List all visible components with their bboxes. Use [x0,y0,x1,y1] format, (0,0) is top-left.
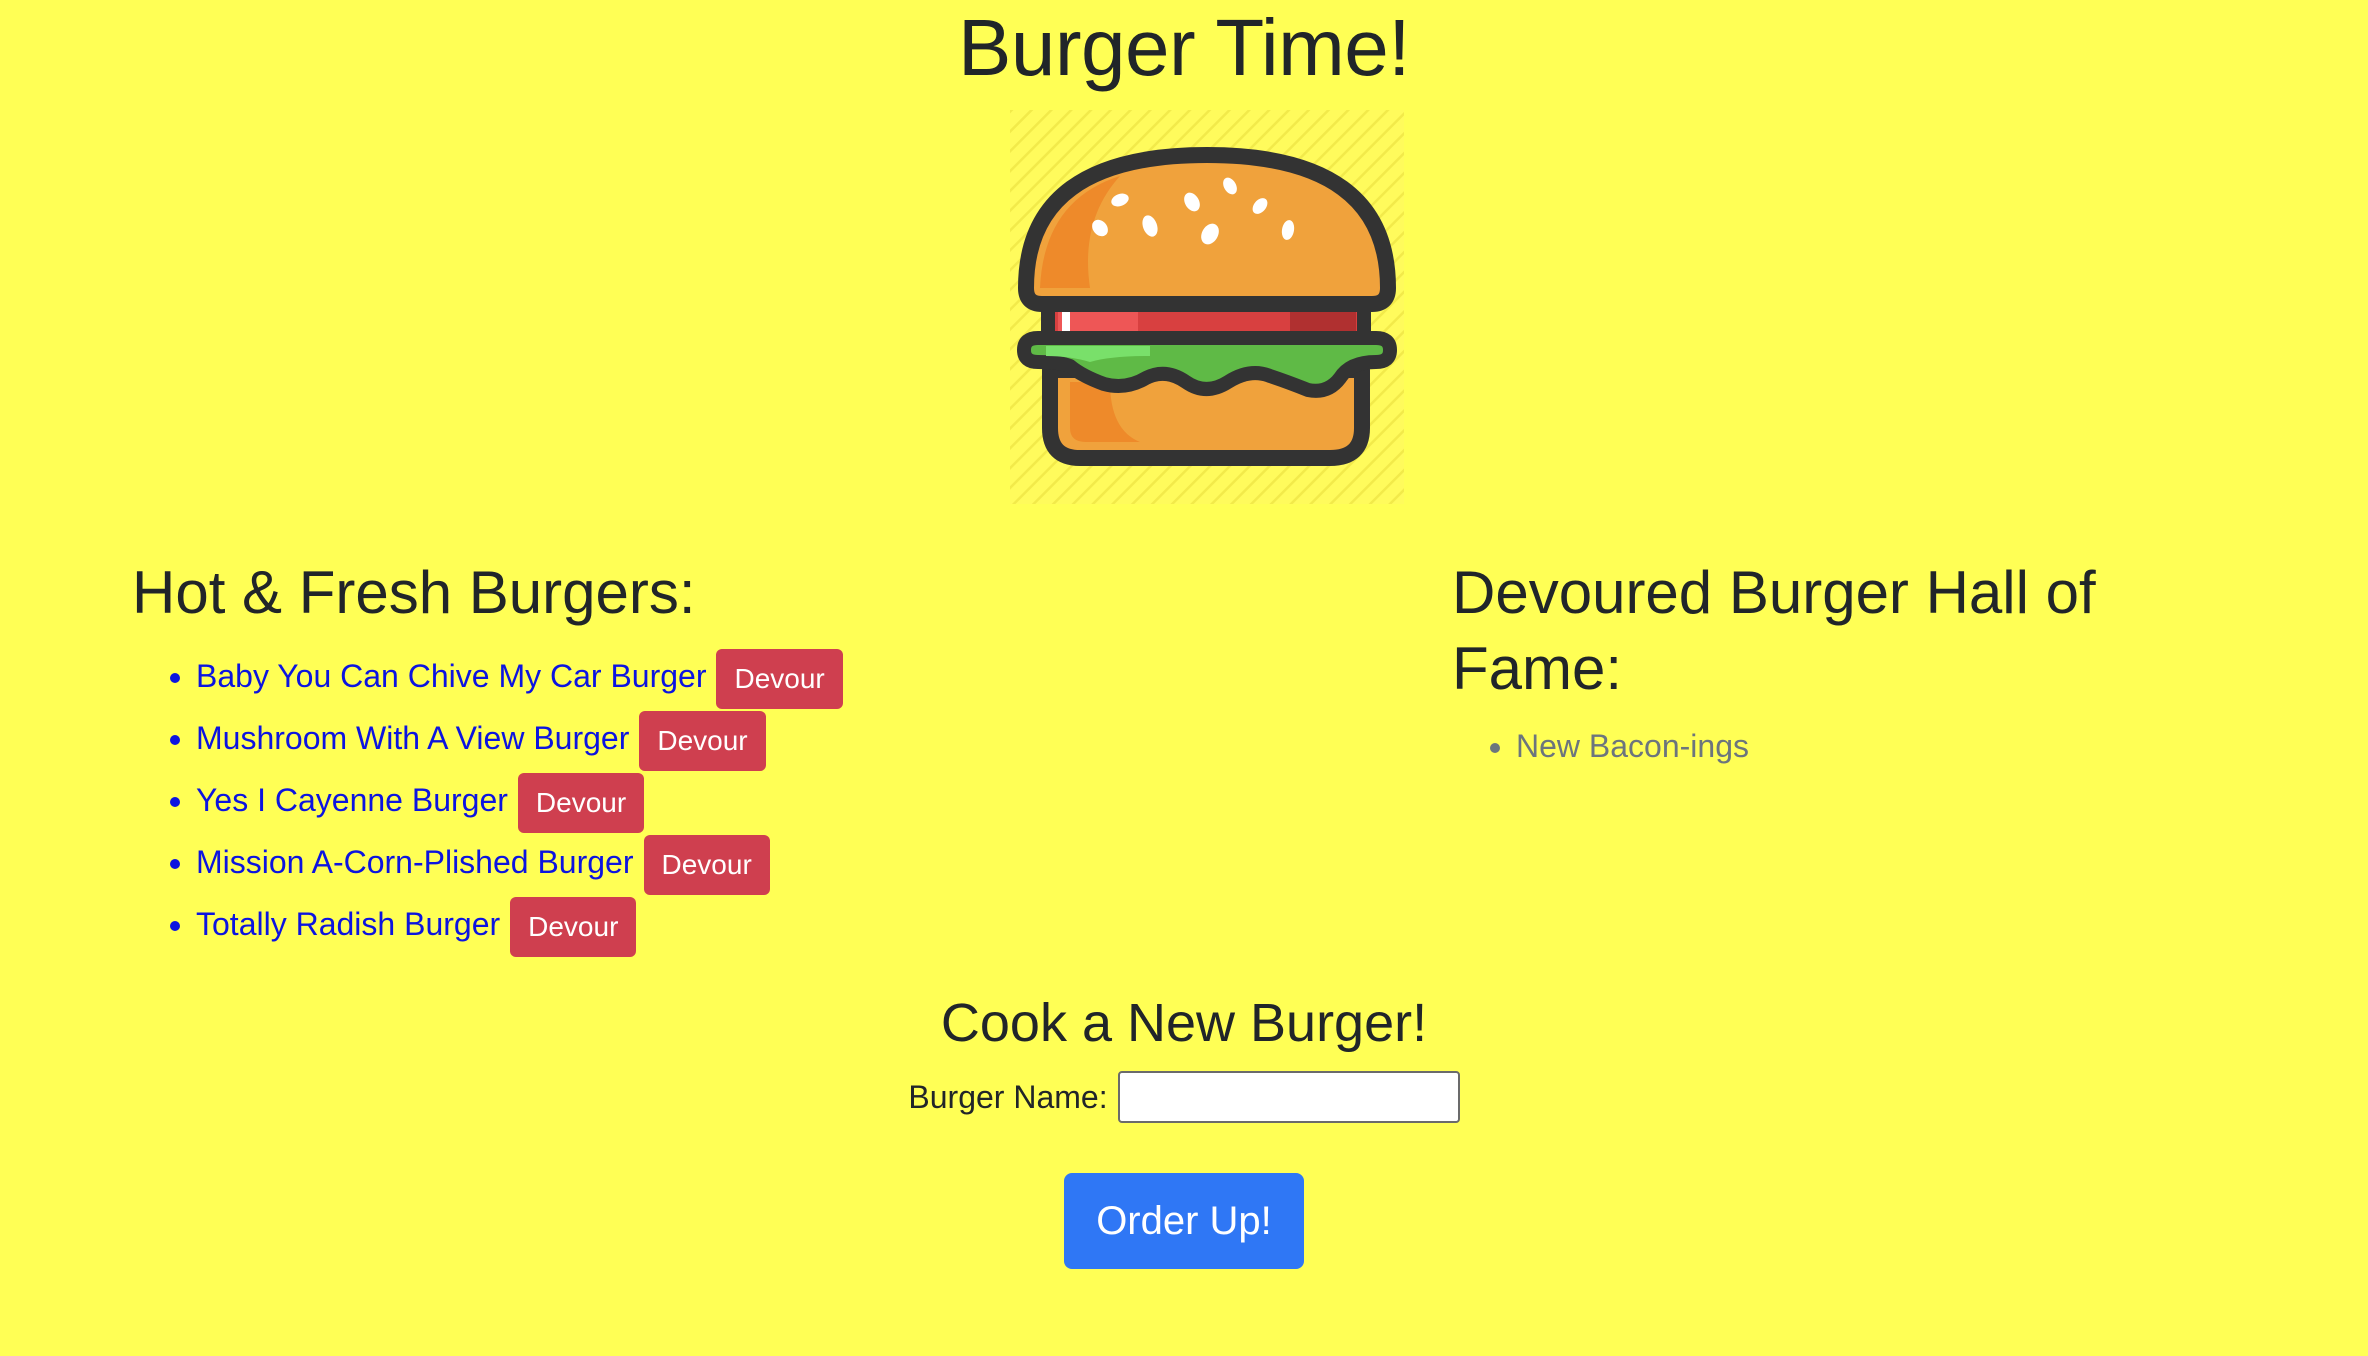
burger-link[interactable]: Mushroom With A View Burger [196,707,629,769]
page-title: Burger Time! [958,3,1410,92]
devour-button[interactable]: Devour [716,649,843,709]
list-item: Totally Radish BurgerDevour [196,893,1332,957]
devour-button[interactable]: Devour [517,773,645,833]
hall-of-fame-section: Devoured Burger Hall of Fame: New Bacon-… [1452,555,2212,771]
burger-icon [1010,110,1404,504]
cook-heading: Cook a New Burger! [940,993,1428,1053]
devour-button[interactable]: Devour [639,711,766,771]
list-item: Yes I Cayenne BurgerDevour [196,769,1332,833]
hot-fresh-list: Baby You Can Chive My Car BurgerDevour M… [132,645,1332,957]
devour-button[interactable]: Devour [643,835,770,895]
burger-link[interactable]: Yes I Cayenne Burger [196,769,508,831]
hot-fresh-heading: Hot & Fresh Burgers: [132,559,696,626]
devoured-item: New Bacon-ings [1516,721,2212,771]
burger-name-input[interactable] [1117,1071,1460,1123]
order-up-button[interactable]: Order Up! [1064,1173,1304,1269]
burger-name-label: Burger Name: [908,1078,1108,1115]
burger-link[interactable]: Baby You Can Chive My Car Burger [196,645,706,707]
hall-of-fame-heading: Devoured Burger Hall of Fame: [1452,559,2096,702]
cook-form: Cook a New Burger! Burger Name: Order Up… [0,985,2368,1269]
list-item: Baby You Can Chive My Car BurgerDevour [196,645,1332,709]
devour-button[interactable]: Devour [510,897,637,957]
devoured-list: New Bacon-ings [1452,721,2212,771]
hot-fresh-section: Hot & Fresh Burgers: Baby You Can Chive … [132,555,1332,957]
list-item: Mushroom With A View BurgerDevour [196,707,1332,771]
burger-link[interactable]: Totally Radish Burger [196,893,500,955]
burger-link[interactable]: Mission A-Corn-Plished Burger [196,831,634,893]
list-item: Mission A-Corn-Plished BurgerDevour [196,831,1332,895]
form-row: Burger Name: [0,1071,2368,1123]
